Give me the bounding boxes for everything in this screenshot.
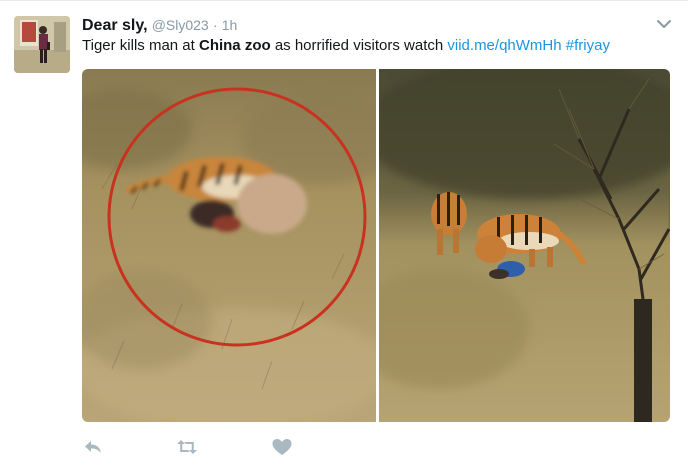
tweet-card[interactable]: Dear sly, @Sly023 · 1h Tiger kills man a… [0, 0, 688, 468]
tweet-text: Tiger kills man at China zoo as horrifie… [82, 36, 610, 56]
tweet-header: Dear sly, @Sly023 · 1h [82, 15, 237, 36]
text-part: as horrified visitors watch [270, 37, 448, 54]
media-grid [82, 69, 670, 422]
timestamp[interactable]: 1h [222, 17, 238, 33]
divider [0, 0, 688, 1]
author-handle[interactable]: @Sly023 [152, 17, 209, 33]
reply-icon[interactable] [82, 436, 104, 458]
avatar[interactable] [14, 16, 70, 73]
separator-dot: · [212, 17, 218, 33]
photo-tiger-circled[interactable] [82, 69, 376, 422]
text-bold-china: China [198, 37, 241, 54]
photo-tigers-wide[interactable] [379, 69, 670, 422]
retweet-icon[interactable] [176, 436, 198, 458]
tweet-link[interactable]: viid.me/qhWmHh [447, 37, 561, 54]
hashtag-link[interactable]: #friyay [566, 37, 610, 54]
chevron-down-icon[interactable] [656, 18, 672, 30]
avatar-image [14, 16, 70, 73]
text-bold-zoo: zoo [244, 37, 271, 54]
author-name[interactable]: Dear sly, [82, 17, 148, 34]
heart-icon[interactable] [271, 436, 293, 458]
text-part: Tiger kills man at [82, 37, 199, 54]
